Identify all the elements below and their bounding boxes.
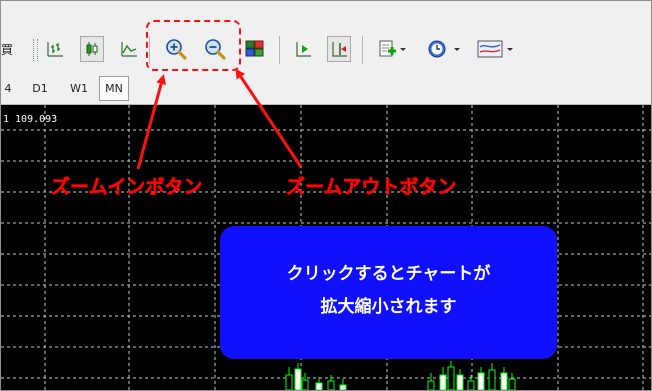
mt4-window: 買 4 D1 W1 MN 1 109.093 ズームインボタン ズームアウトボタ… <box>0 0 652 391</box>
zoom-buttons-highlight <box>146 20 241 71</box>
zoom-in-label: ズームインボタン <box>51 176 203 199</box>
zoom-out-label: ズームアウトボタン <box>286 176 457 199</box>
zoom-in-arrow <box>136 74 166 170</box>
info-callout: クリックするとチャートが 拡大縮小されます <box>220 226 557 359</box>
callout-line-2: 拡大縮小されます <box>320 297 457 317</box>
callout-line-1: クリックするとチャートが <box>286 264 491 284</box>
zoom-out-arrow <box>235 68 303 168</box>
